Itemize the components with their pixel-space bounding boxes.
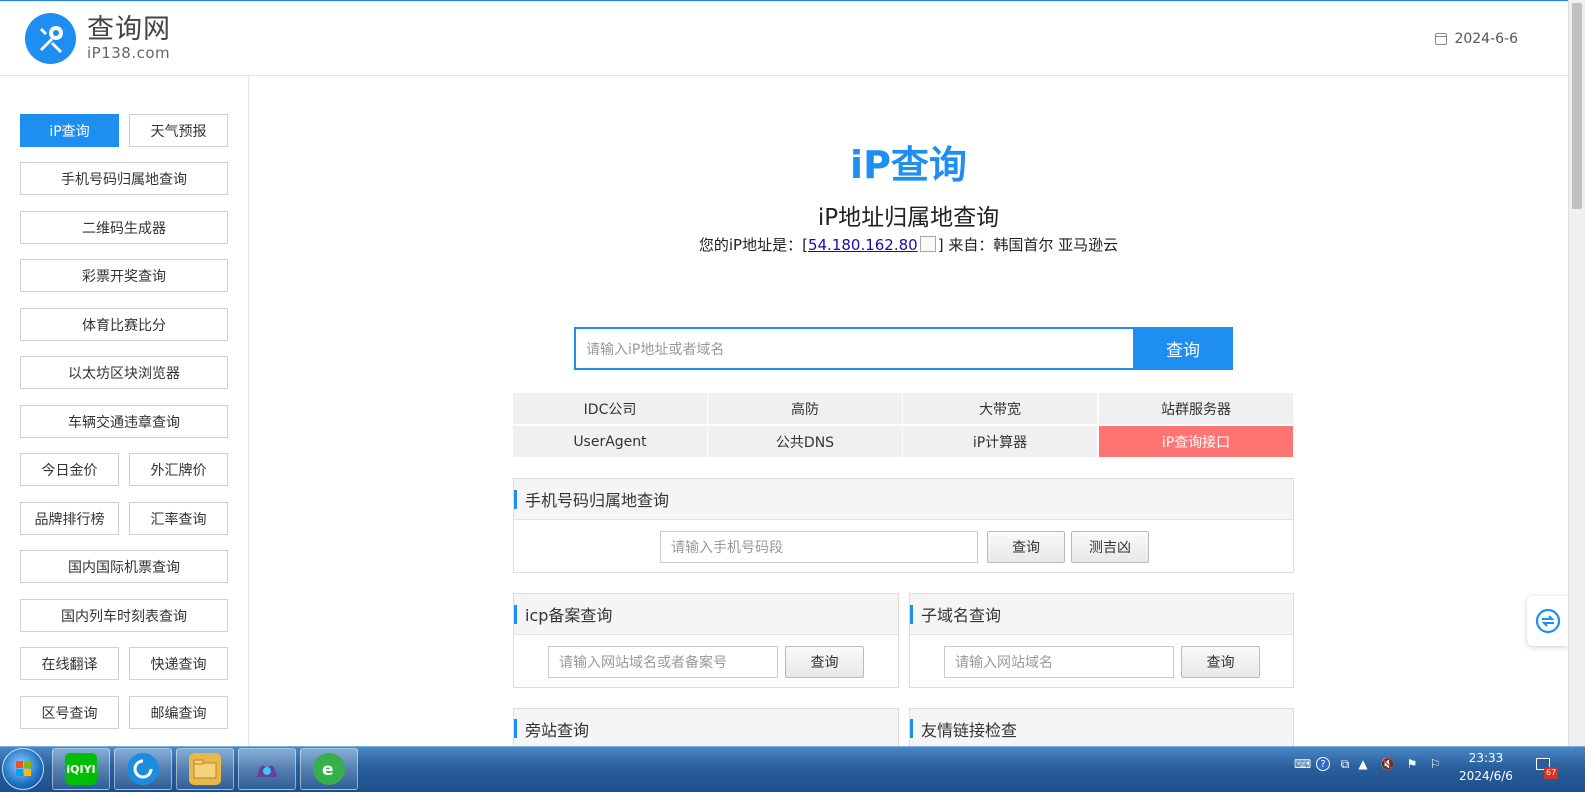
action-center-icon[interactable]: ⚐ — [1428, 757, 1442, 771]
link-bandwidth[interactable]: 大带宽 — [903, 393, 1097, 424]
sidebar-item-forex[interactable]: 外汇牌价 — [129, 453, 228, 486]
start-button[interactable] — [2, 748, 44, 790]
clock-time: 23:33 — [1468, 751, 1504, 765]
phone-input[interactable]: 请输入手机号码段 — [660, 531, 978, 563]
link-public-dns[interactable]: 公共DNS — [708, 426, 902, 457]
network-icon[interactable]: ⚑ — [1405, 757, 1419, 771]
panel-title: 友情链接检查 — [921, 720, 1018, 740]
broken-image-icon — [919, 236, 936, 252]
panel-title: 手机号码归属地查询 — [525, 491, 670, 510]
taskbar-app-media[interactable] — [238, 748, 296, 790]
link-useragent[interactable]: UserAgent — [513, 426, 707, 457]
panel-header: 友情链接检查 — [910, 709, 1293, 748]
sidebar-item-flights[interactable]: 国内国际机票查询 — [20, 550, 228, 583]
tools-icon — [25, 13, 76, 64]
date-text: 2024-6-6 — [1454, 31, 1518, 47]
ip-search-input[interactable]: 请输入iP地址或者域名 — [574, 327, 1134, 370]
media-app-icon — [251, 753, 283, 785]
link-ip-calculator[interactable]: iP计算器 — [903, 426, 1097, 457]
logo-domain: iP138.com — [87, 44, 171, 62]
windows-taskbar: iQIYI e ⌨ ? ⧉ ▲ 🔇 ⚑ ⚐ 23:33 2024/6/6 67 — [0, 746, 1585, 792]
windows-logo-icon — [16, 761, 31, 776]
site-logo[interactable]: 查询网 iP138.com — [25, 13, 171, 64]
icp-input[interactable]: 请输入网站域名或者备案号 — [548, 646, 778, 678]
ie-browser-icon: e — [313, 753, 345, 785]
subdomain-lookup-panel: 子域名查询 请输入网站域名 查询 — [909, 593, 1294, 688]
page-subtitle: iP地址归属地查询 — [817, 205, 1000, 231]
current-ip-line: 您的iP地址是：[54.180.162.80 ] 来自：韩国首尔 亚马逊云 — [249, 234, 1568, 255]
iqiyi-icon: iQIYI — [65, 753, 97, 785]
link-ip-api[interactable]: iP查询接口 — [1099, 426, 1293, 457]
taskbar-app-360[interactable] — [114, 748, 172, 790]
tray-expand-icon[interactable]: ▲ — [1356, 757, 1370, 771]
link-idc[interactable]: IDC公司 — [513, 393, 707, 424]
calendar-icon — [1435, 33, 1448, 45]
ip-search-button[interactable]: 查询 — [1133, 327, 1233, 370]
svg-text:e: e — [322, 760, 334, 780]
phone-search-button[interactable]: 查询 — [987, 531, 1065, 563]
sidebar-item-sports[interactable]: 体育比赛比分 — [20, 308, 228, 341]
panel-header: 旁站查询 — [514, 709, 898, 748]
sidebar-item-lottery[interactable]: 彩票开奖查询 — [20, 259, 228, 292]
taskbar-app-iqiyi[interactable]: iQIYI — [52, 748, 110, 790]
panel-header: icp备案查询 — [514, 594, 898, 635]
sidebar-item-gold[interactable]: 今日金价 — [20, 453, 119, 486]
icp-lookup-panel: icp备案查询 请输入网站域名或者备案号 查询 — [513, 593, 899, 688]
subdomain-search-button[interactable]: 查询 — [1181, 646, 1260, 678]
sidebar-item-traffic[interactable]: 车辆交通违章查询 — [20, 405, 228, 438]
sidebar-item-ip[interactable]: iP查询 — [20, 114, 119, 147]
sidebar-item-weather[interactable]: 天气预报 — [129, 114, 228, 147]
sidebar-item-trains[interactable]: 国内列车时刻表查询 — [20, 599, 228, 632]
sidebar: iP查询 天气预报 手机号码归属地查询 二维码生成器 彩票开奖查询 体育比赛比分… — [0, 76, 249, 752]
link-station-server[interactable]: 站群服务器 — [1099, 393, 1293, 424]
sidebar-item-translate[interactable]: 在线翻译 — [20, 647, 119, 680]
page-scrollbar[interactable] — [1568, 0, 1585, 752]
sidebar-item-phone[interactable]: 手机号码归属地查询 — [20, 162, 228, 195]
icp-search-button[interactable]: 查询 — [785, 646, 864, 678]
quick-links: IDC公司 高防 大带宽 站群服务器 UserAgent 公共DNS iP计算器… — [513, 393, 1294, 457]
phone-fortune-button[interactable]: 测吉凶 — [1071, 531, 1149, 563]
scrollbar-thumb[interactable] — [1572, 3, 1582, 209]
header-date: 2024-6-6 — [1435, 31, 1518, 47]
panel-header: 手机号码归属地查询 — [514, 479, 1293, 520]
sidebar-item-express[interactable]: 快递查询 — [129, 647, 228, 680]
ip-prefix: 您的iP地址是：[ — [698, 236, 808, 254]
sidebar-item-exchange[interactable]: 汇率查询 — [129, 502, 228, 535]
file-explorer-icon — [189, 753, 221, 785]
sidebar-item-postcode[interactable]: 邮编查询 — [129, 696, 228, 729]
sidebar-item-qrcode[interactable]: 二维码生成器 — [20, 211, 228, 244]
logo-title: 查询网 — [87, 14, 171, 45]
ip-link[interactable]: 54.180.162.80 — [808, 236, 918, 254]
refresh-icon — [1535, 608, 1560, 634]
notification-badge: 67 — [1544, 767, 1559, 779]
subdomain-input[interactable]: 请输入网站域名 — [944, 646, 1174, 678]
taskbar-app-ie[interactable]: e — [300, 748, 358, 790]
site-header: 查询网 iP138.com 2024-6-6 — [0, 0, 1568, 76]
floating-translate-widget[interactable] — [1527, 596, 1568, 646]
side-site-panel: 旁站查询 — [513, 708, 899, 748]
friend-link-panel: 友情链接检查 — [909, 708, 1294, 748]
sidebar-item-ethereum[interactable]: 以太坊区块浏览器 — [20, 356, 228, 389]
window-switch-icon[interactable]: ⧉ — [1338, 757, 1352, 771]
volume-muted-icon[interactable]: 🔇 — [1380, 757, 1395, 771]
sidebar-item-areacode[interactable]: 区号查询 — [20, 696, 119, 729]
browser-360-icon — [127, 753, 159, 785]
keyboard-icon[interactable]: ⌨ — [1294, 757, 1311, 771]
page-title: iP查询 — [850, 143, 967, 187]
ip-location: ] 来自：韩国首尔 亚马逊云 — [937, 236, 1119, 254]
clock-date: 2024/6/6 — [1459, 769, 1513, 783]
sidebar-item-brand[interactable]: 品牌排行榜 — [20, 502, 119, 535]
panel-header: 子域名查询 — [910, 594, 1293, 635]
panel-title: 旁站查询 — [525, 720, 590, 740]
link-ddos[interactable]: 高防 — [708, 393, 902, 424]
panel-title: icp备案查询 — [525, 606, 613, 625]
help-icon[interactable]: ? — [1316, 757, 1330, 771]
taskbar-clock[interactable]: 23:33 2024/6/6 — [1451, 749, 1521, 785]
taskbar-app-explorer[interactable] — [176, 748, 234, 790]
phone-lookup-panel: 手机号码归属地查询 请输入手机号码段 查询 测吉凶 — [513, 478, 1294, 573]
panel-title: 子域名查询 — [921, 606, 1002, 625]
